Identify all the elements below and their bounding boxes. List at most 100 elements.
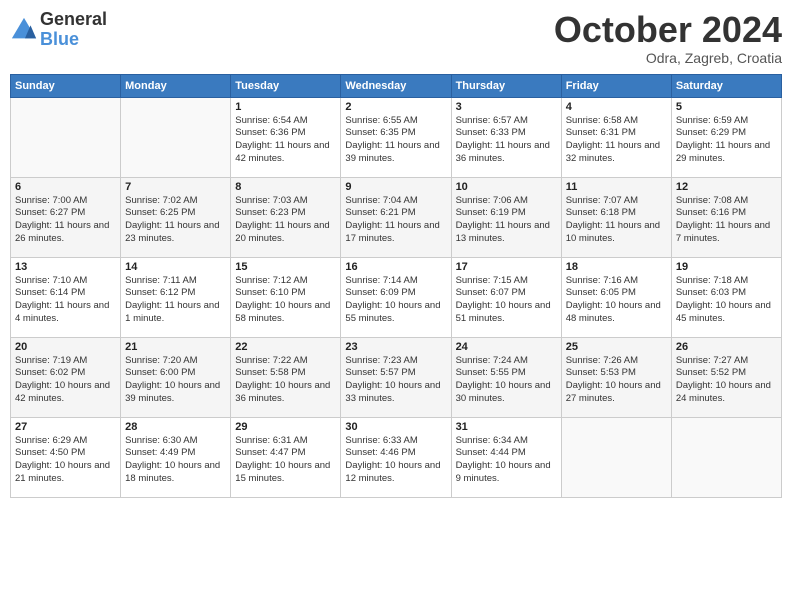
day-number: 29 [235, 421, 336, 433]
calendar-cell: 24Sunrise: 7:24 AMSunset: 5:55 PMDayligh… [451, 337, 561, 417]
day-info: Sunrise: 7:19 AMSunset: 6:02 PMDaylight:… [15, 355, 116, 406]
day-number: 3 [456, 101, 557, 113]
day-number: 21 [125, 341, 226, 353]
day-info: Sunrise: 6:58 AMSunset: 6:31 PMDaylight:… [566, 115, 667, 166]
calendar-cell: 4 Sunrise: 6:58 AMSunset: 6:31 PMDaylight… [561, 97, 671, 177]
calendar-cell: 25 Sunrise: 7:26 AMSunset: 5:53 PMDayligh… [561, 337, 671, 417]
day-number: 11 [566, 181, 667, 193]
calendar-cell: 23Sunrise: 7:23 AMSunset: 5:57 PMDayligh… [341, 337, 451, 417]
calendar-week-row: 13 Sunrise: 7:10 AMSunset: 6:14 PMDayligh… [11, 257, 782, 337]
day-info: Sunrise: 6:34 AMSunset: 4:44 PMDaylight:… [456, 435, 557, 486]
weekday-header-friday: Friday [561, 74, 671, 97]
day-number: 6 [15, 181, 116, 193]
calendar-cell: 20 Sunrise: 7:19 AMSunset: 6:02 PMDayligh… [11, 337, 121, 417]
day-info: Sunrise: 7:27 AMSunset: 5:52 PMDaylight:… [676, 355, 777, 406]
day-number: 24 [456, 341, 557, 353]
day-number: 28 [125, 421, 226, 433]
day-info: Sunrise: 7:07 AMSunset: 6:18 PMDaylight:… [566, 195, 667, 246]
day-number: 26 [676, 341, 777, 353]
calendar-cell [561, 417, 671, 497]
day-info: Sunrise: 7:04 AMSunset: 6:21 PMDaylight:… [345, 195, 446, 246]
logo-text: General Blue [40, 10, 107, 50]
day-info: Sunrise: 7:03 AMSunset: 6:23 PMDaylight:… [235, 195, 336, 246]
calendar-cell: 22Sunrise: 7:22 AMSunset: 5:58 PMDayligh… [231, 337, 341, 417]
day-info: Sunrise: 7:18 AMSunset: 6:03 PMDaylight:… [676, 275, 777, 326]
calendar-week-row: 1Sunrise: 6:54 AMSunset: 6:36 PMDaylight… [11, 97, 782, 177]
calendar-cell: 14Sunrise: 7:11 AMSunset: 6:12 PMDayligh… [121, 257, 231, 337]
calendar-cell: 27 Sunrise: 6:29 AMSunset: 4:50 PMDayligh… [11, 417, 121, 497]
day-number: 20 [15, 341, 116, 353]
day-info: Sunrise: 6:55 AMSunset: 6:35 PMDaylight:… [345, 115, 446, 166]
calendar-cell: 19 Sunrise: 7:18 AMSunset: 6:03 PMDayligh… [671, 257, 781, 337]
day-info: Sunrise: 7:15 AMSunset: 6:07 PMDaylight:… [456, 275, 557, 326]
day-number: 8 [235, 181, 336, 193]
weekday-header-saturday: Saturday [671, 74, 781, 97]
logo-icon [10, 16, 38, 44]
day-number: 2 [345, 101, 446, 113]
day-info: Sunrise: 6:33 AMSunset: 4:46 PMDaylight:… [345, 435, 446, 486]
day-number: 12 [676, 181, 777, 193]
location: Odra, Zagreb, Croatia [554, 50, 782, 66]
calendar-cell: 7Sunrise: 7:02 AMSunset: 6:25 PMDaylight… [121, 177, 231, 257]
day-number: 18 [566, 261, 667, 273]
calendar-cell: 9 Sunrise: 7:04 AMSunset: 6:21 PMDaylight… [341, 177, 451, 257]
day-info: Sunrise: 7:10 AMSunset: 6:14 PMDaylight:… [15, 275, 116, 326]
day-number: 9 [345, 181, 446, 193]
day-number: 13 [15, 261, 116, 273]
day-info: Sunrise: 7:16 AMSunset: 6:05 PMDaylight:… [566, 275, 667, 326]
calendar-cell: 18 Sunrise: 7:16 AMSunset: 6:05 PMDayligh… [561, 257, 671, 337]
day-info: Sunrise: 7:06 AMSunset: 6:19 PMDaylight:… [456, 195, 557, 246]
weekday-header-monday: Monday [121, 74, 231, 97]
day-number: 31 [456, 421, 557, 433]
day-number: 4 [566, 101, 667, 113]
calendar-cell: 17 Sunrise: 7:15 AMSunset: 6:07 PMDayligh… [451, 257, 561, 337]
calendar-cell: 1Sunrise: 6:54 AMSunset: 6:36 PMDaylight… [231, 97, 341, 177]
calendar-cell: 8 Sunrise: 7:03 AMSunset: 6:23 PMDaylight… [231, 177, 341, 257]
day-number: 19 [676, 261, 777, 273]
day-info: Sunrise: 6:29 AMSunset: 4:50 PMDaylight:… [15, 435, 116, 486]
weekday-header-tuesday: Tuesday [231, 74, 341, 97]
page-header: General Blue October 2024 Odra, Zagreb, … [10, 10, 782, 66]
calendar-cell: 3 Sunrise: 6:57 AMSunset: 6:33 PMDaylight… [451, 97, 561, 177]
calendar-cell: 16 Sunrise: 7:14 AMSunset: 6:09 PMDayligh… [341, 257, 451, 337]
calendar-cell: 30 Sunrise: 6:33 AMSunset: 4:46 PMDayligh… [341, 417, 451, 497]
day-number: 16 [345, 261, 446, 273]
day-number: 27 [15, 421, 116, 433]
calendar-cell: 11 Sunrise: 7:07 AMSunset: 6:18 PMDayligh… [561, 177, 671, 257]
calendar-cell: 12Sunrise: 7:08 AMSunset: 6:16 PMDayligh… [671, 177, 781, 257]
calendar-cell: 29 Sunrise: 6:31 AMSunset: 4:47 PMDayligh… [231, 417, 341, 497]
calendar-table: SundayMondayTuesdayWednesdayThursdayFrid… [10, 74, 782, 498]
day-info: Sunrise: 6:54 AMSunset: 6:36 PMDaylight:… [235, 115, 336, 166]
day-number: 17 [456, 261, 557, 273]
day-number: 14 [125, 261, 226, 273]
day-number: 30 [345, 421, 446, 433]
calendar-cell: 21Sunrise: 7:20 AMSunset: 6:00 PMDayligh… [121, 337, 231, 417]
calendar-cell: 6 Sunrise: 7:00 AMSunset: 6:27 PMDaylight… [11, 177, 121, 257]
day-number: 25 [566, 341, 667, 353]
calendar-cell: 28Sunrise: 6:30 AMSunset: 4:49 PMDayligh… [121, 417, 231, 497]
weekday-header-sunday: Sunday [11, 74, 121, 97]
day-info: Sunrise: 6:31 AMSunset: 4:47 PMDaylight:… [235, 435, 336, 486]
calendar-cell: 26 Sunrise: 7:27 AMSunset: 5:52 PMDayligh… [671, 337, 781, 417]
calendar-cell: 31 Sunrise: 6:34 AMSunset: 4:44 PMDayligh… [451, 417, 561, 497]
calendar-week-row: 27 Sunrise: 6:29 AMSunset: 4:50 PMDayligh… [11, 417, 782, 497]
calendar-cell: 13 Sunrise: 7:10 AMSunset: 6:14 PMDayligh… [11, 257, 121, 337]
day-number: 22 [235, 341, 336, 353]
day-number: 23 [345, 341, 446, 353]
day-info: Sunrise: 6:57 AMSunset: 6:33 PMDaylight:… [456, 115, 557, 166]
calendar-cell [671, 417, 781, 497]
calendar-week-row: 20 Sunrise: 7:19 AMSunset: 6:02 PMDayligh… [11, 337, 782, 417]
day-info: Sunrise: 6:59 AMSunset: 6:29 PMDaylight:… [676, 115, 777, 166]
calendar-header-row: SundayMondayTuesdayWednesdayThursdayFrid… [11, 74, 782, 97]
calendar-cell [121, 97, 231, 177]
logo: General Blue [10, 10, 107, 50]
month-title: October 2024 [554, 10, 782, 50]
title-block: October 2024 Odra, Zagreb, Croatia [554, 10, 782, 66]
calendar-cell: 2 Sunrise: 6:55 AMSunset: 6:35 PMDaylight… [341, 97, 451, 177]
day-info: Sunrise: 7:00 AMSunset: 6:27 PMDaylight:… [15, 195, 116, 246]
day-number: 10 [456, 181, 557, 193]
weekday-header-wednesday: Wednesday [341, 74, 451, 97]
day-info: Sunrise: 7:26 AMSunset: 5:53 PMDaylight:… [566, 355, 667, 406]
day-number: 7 [125, 181, 226, 193]
day-info: Sunrise: 7:14 AMSunset: 6:09 PMDaylight:… [345, 275, 446, 326]
